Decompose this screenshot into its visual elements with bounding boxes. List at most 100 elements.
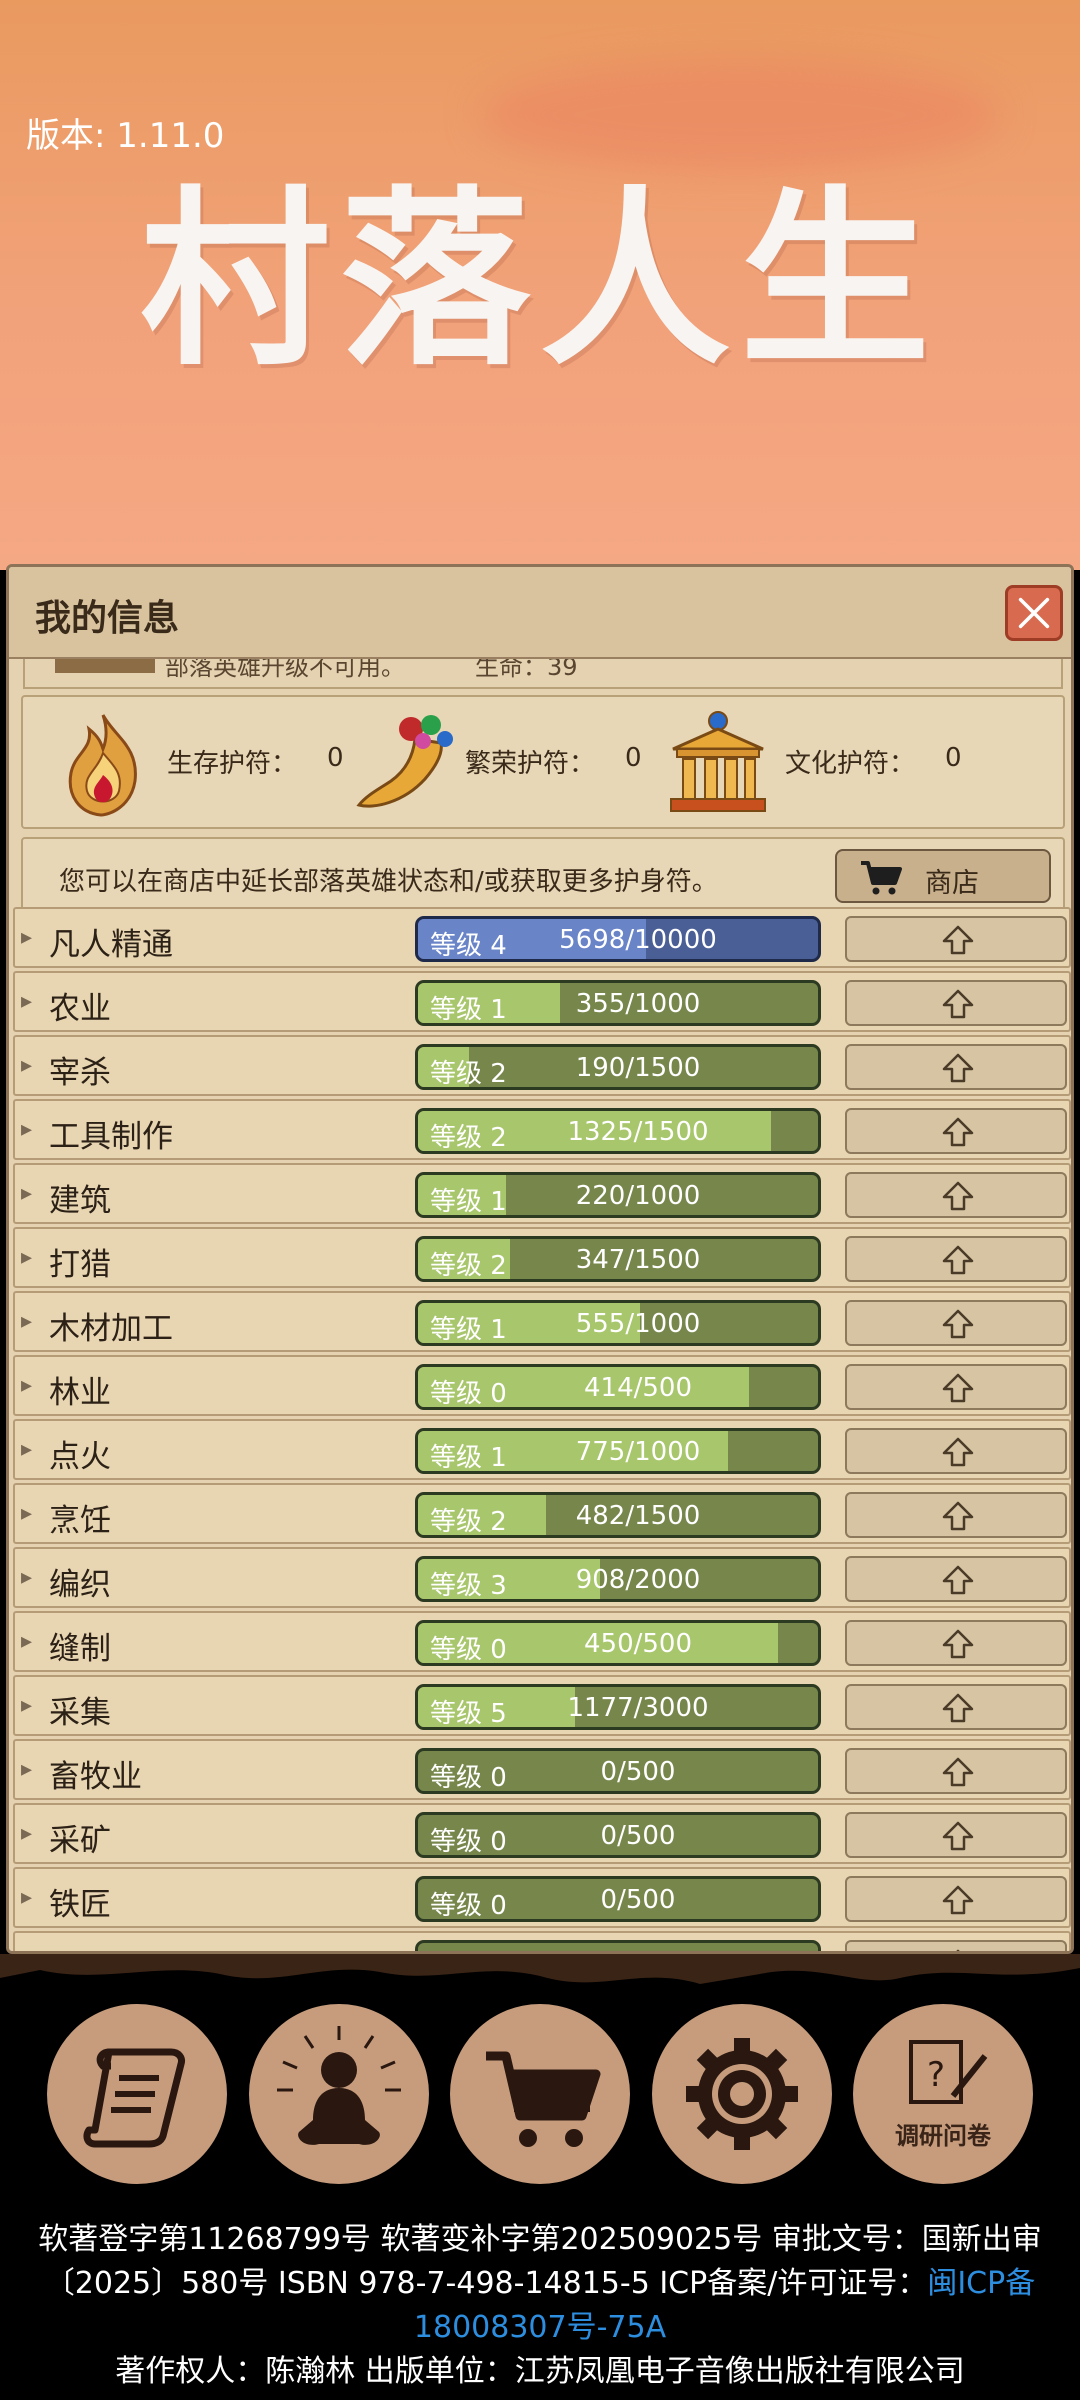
info-panel: 我的信息 部落英雄升级不可用。 生命：39 生存护符： 0 繁荣护符： 0 文化… [6, 564, 1074, 1954]
shop-message: 您可以在商店中延长部落英雄状态和/或获取更多护身符。 [59, 867, 718, 897]
skill-progress-value: 220/1000 [575, 1181, 701, 1211]
skill-progress-value: 0/500 [600, 1757, 676, 1787]
upgrade-button[interactable] [845, 1300, 1067, 1346]
upgrade-button[interactable] [845, 1876, 1067, 1922]
upgrade-button[interactable] [845, 980, 1067, 1026]
skill-row[interactable]: ▸ 凡人精通 等级 4 5698/10000 [13, 907, 1071, 968]
skill-row[interactable]: ▸ 林业 等级 0 414/500 [13, 1355, 1071, 1416]
skill-progress-value: 555/1000 [575, 1309, 701, 1339]
skill-row[interactable]: ▸ 农业 等级 1 355/1000 [13, 971, 1071, 1032]
upgrade-button[interactable] [845, 1940, 1067, 1951]
skill-row[interactable]: ▸ 宰杀 等级 2 190/1500 [13, 1035, 1071, 1096]
skill-progress-value: 482/1500 [575, 1501, 701, 1531]
flame-icon [68, 714, 137, 817]
expand-arrow-icon[interactable]: ▸ [21, 1565, 32, 1590]
upgrade-button[interactable] [845, 1108, 1067, 1154]
skill-list: ▸ 凡人精通 等级 4 5698/10000 ▸ 农业 等级 1 355/1000 ▸ 宰杀 等级 … [13, 907, 1071, 1951]
footer-line-2: 〔2025〕580号 ISBN 978-7-498-14815-5 ICP备案/… [0, 2262, 1080, 2306]
skill-row[interactable]: ▸ 点火 等级 1 775/1000 [13, 1419, 1071, 1480]
upgrade-button[interactable] [845, 1620, 1067, 1666]
cloud-decoration [480, 60, 1000, 170]
expand-arrow-icon[interactable]: ▸ [21, 1245, 32, 1270]
skill-row[interactable]: ▸ 采集 等级 5 1177/3000 [13, 1675, 1071, 1736]
expand-arrow-icon[interactable]: ▸ [21, 1437, 32, 1462]
skill-row[interactable]: ▸陶艺等级 00/500 [13, 1931, 1071, 1951]
skill-row[interactable]: ▸ 编织 等级 3 908/2000 [13, 1547, 1071, 1608]
upgrade-button[interactable] [845, 1044, 1067, 1090]
skill-name: 铁匠 [49, 1887, 111, 1923]
skill-row[interactable]: ▸ 缝制 等级 0 450/500 [13, 1611, 1071, 1672]
expand-arrow-icon[interactable]: ▸ [21, 1885, 32, 1910]
skill-progress-bar: 等级 4 5698/10000 [415, 916, 821, 962]
skill-progress-bar: 等级 0 414/500 [415, 1364, 821, 1410]
skill-progress-bar: 等级 0 450/500 [415, 1620, 821, 1666]
meditate-button[interactable] [249, 2004, 429, 2184]
skill-name: 编织 [49, 1567, 111, 1603]
skill-progress-bar: 等级 00/500 [415, 1940, 821, 1951]
title-background: 版本: 1.11.0 村落人生 [0, 0, 1080, 570]
expand-arrow-icon[interactable]: ▸ [21, 1373, 32, 1398]
up-arrow-icon [942, 1373, 974, 1403]
skill-progress-value: 5698/10000 [559, 925, 717, 955]
skill-row[interactable]: ▸ 木材加工 等级 1 555/1000 [13, 1291, 1071, 1352]
skill-row[interactable]: ▸ 采矿 等级 0 0/500 [13, 1803, 1071, 1864]
svg-text:?: ? [927, 2055, 945, 2095]
skill-progress-bar: 等级 5 1177/3000 [415, 1684, 821, 1730]
expand-arrow-icon[interactable]: ▸ [21, 1309, 32, 1334]
up-arrow-icon [942, 1117, 974, 1147]
skill-row[interactable]: ▸ 铁匠 等级 0 0/500 [13, 1867, 1071, 1928]
expand-arrow-icon[interactable]: ▸ [21, 1821, 32, 1846]
skill-name: 采集 [49, 1695, 111, 1731]
skill-row[interactable]: ▸ 畜牧业 等级 0 0/500 [13, 1739, 1071, 1800]
upgrade-button[interactable] [845, 1236, 1067, 1282]
footer-line-4: 著作权人：陈瀚林 出版单位：江苏凤凰电子音像出版社有限公司 [115, 2354, 965, 2389]
upgrade-button[interactable] [845, 916, 1067, 962]
up-arrow-icon [942, 1821, 974, 1851]
log-button[interactable] [47, 2004, 227, 2184]
skill-progress-value: 0/500 [600, 1885, 676, 1915]
expand-arrow-icon[interactable]: ▸ [21, 989, 32, 1014]
survival-amulet: 生存护符： 0 [53, 697, 353, 827]
survey-label: 调研问卷 [895, 2122, 991, 2150]
expand-arrow-icon[interactable]: ▸ [21, 1501, 32, 1526]
skill-row[interactable]: ▸ 烹饪 等级 2 482/1500 [13, 1483, 1071, 1544]
expand-arrow-icon[interactable]: ▸ [21, 1181, 32, 1206]
hero-status-row: 部落英雄升级不可用。 生命：39 [23, 659, 1063, 689]
settings-button[interactable] [652, 2004, 832, 2184]
shop-button[interactable]: 商店 [835, 849, 1051, 903]
prosperity-amulet-value: 0 [625, 743, 642, 773]
version-label: 版本: 1.11.0 [26, 116, 225, 156]
expand-arrow-icon[interactable]: ▸ [21, 1117, 32, 1142]
expand-arrow-icon[interactable]: ▸ [21, 925, 32, 950]
icp-link[interactable]: 闽ICP备 [927, 2266, 1035, 2301]
skill-row[interactable]: ▸ 打猎 等级 2 347/1500 [13, 1227, 1071, 1288]
amulet-summary: 生存护符： 0 繁荣护符： 0 文化护符： 0 [21, 695, 1065, 829]
upgrade-button[interactable] [845, 1428, 1067, 1474]
hero-banner-icon [55, 659, 155, 673]
store-button[interactable] [450, 2004, 630, 2184]
upgrade-button[interactable] [845, 1364, 1067, 1410]
skill-progress-bar: 等级 2 190/1500 [415, 1044, 821, 1090]
upgrade-button[interactable] [845, 1492, 1067, 1538]
up-arrow-icon [942, 1181, 974, 1211]
skill-name: 工具制作 [49, 1119, 173, 1155]
skill-progress-bar: 等级 00/500 [415, 1812, 821, 1858]
upgrade-button[interactable] [845, 1812, 1067, 1858]
expand-arrow-icon[interactable]: ▸ [21, 1693, 32, 1718]
upgrade-button[interactable] [845, 1556, 1067, 1602]
upgrade-button[interactable] [845, 1172, 1067, 1218]
survey-button[interactable]: ? 调研问卷 [853, 2004, 1033, 2184]
meditation-icon [277, 2026, 401, 2145]
close-button[interactable] [1005, 585, 1063, 641]
skill-row[interactable]: ▸ 建筑 等级 1 220/1000 [13, 1163, 1071, 1224]
upgrade-button[interactable] [845, 1748, 1067, 1794]
expand-arrow-icon[interactable]: ▸ [21, 1629, 32, 1654]
expand-arrow-icon[interactable]: ▸ [21, 1053, 32, 1078]
skill-name: 陶艺 [49, 1943, 111, 1951]
skill-row[interactable]: ▸ 工具制作 等级 2 1325/1500 [13, 1099, 1071, 1160]
icp-link-continued[interactable]: 18008307号-75A [0, 2306, 1080, 2350]
panel-header: 我的信息 [9, 567, 1071, 659]
expand-arrow-icon[interactable]: ▸ [21, 1757, 32, 1782]
upgrade-button[interactable] [845, 1684, 1067, 1730]
skill-progress-bar: 等级 2 482/1500 [415, 1492, 821, 1538]
